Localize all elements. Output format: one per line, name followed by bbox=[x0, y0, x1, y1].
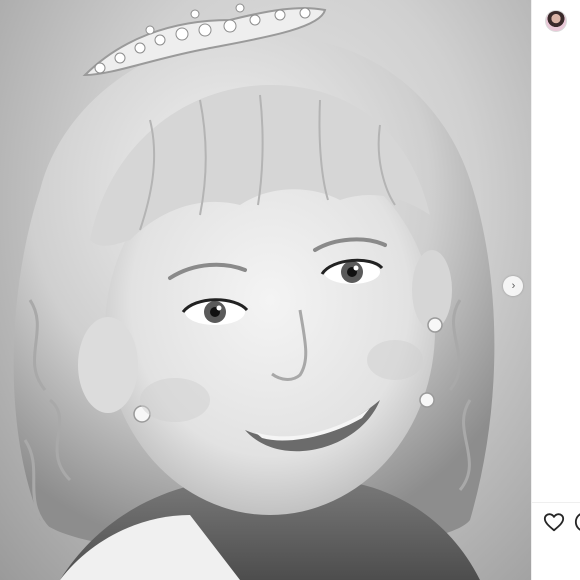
post-viewer: › bbox=[0, 0, 580, 580]
heart-icon[interactable] bbox=[543, 511, 565, 533]
pearl-clip bbox=[419, 392, 435, 408]
chevron-right-icon: › bbox=[511, 279, 516, 292]
post-side-panel bbox=[531, 0, 580, 580]
action-bar-divider bbox=[532, 502, 580, 503]
comment-icon[interactable] bbox=[574, 511, 580, 533]
portrait-illustration bbox=[13, 3, 495, 580]
post-photo[interactable]: › bbox=[0, 0, 531, 580]
left-cheek bbox=[140, 378, 210, 422]
author-avatar[interactable] bbox=[545, 10, 567, 32]
right-earring bbox=[427, 317, 443, 333]
right-cheek bbox=[367, 340, 423, 380]
left-ear bbox=[78, 317, 138, 413]
next-photo-button[interactable]: › bbox=[503, 276, 523, 296]
